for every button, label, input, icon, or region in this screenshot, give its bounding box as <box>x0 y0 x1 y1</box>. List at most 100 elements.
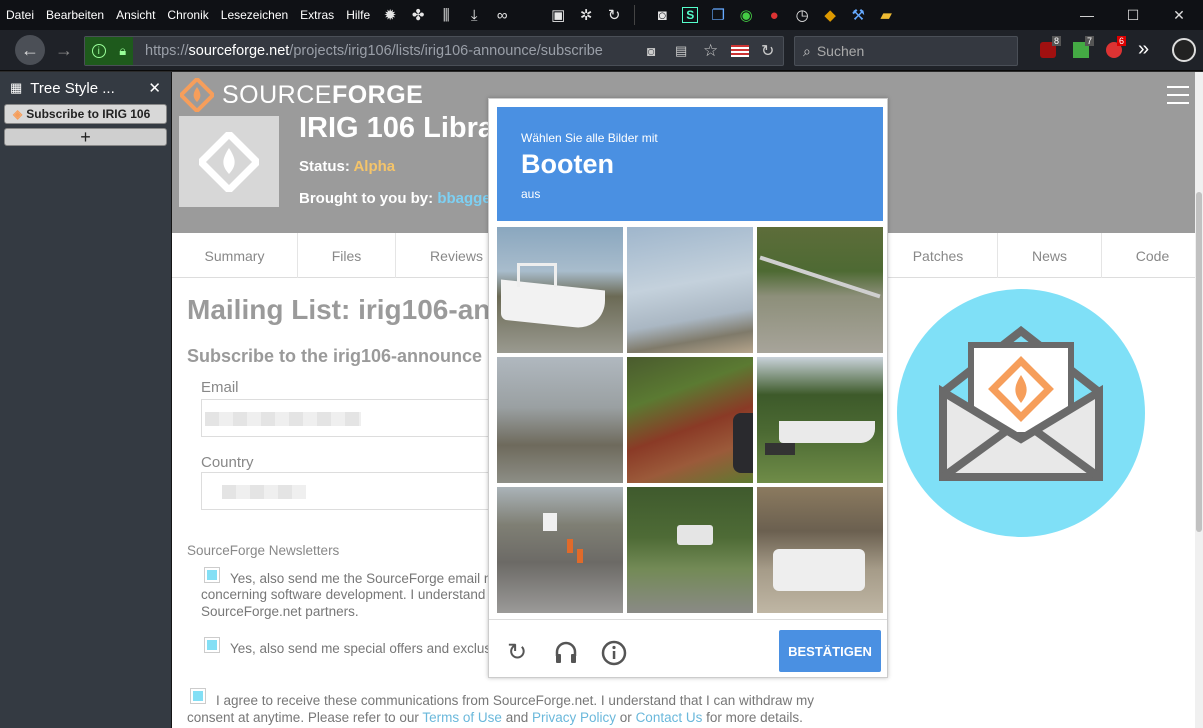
reader-view-icon[interactable]: ▤ <box>675 43 687 59</box>
close-window-button[interactable]: ✕ <box>1156 0 1202 30</box>
download-icon[interactable]: ⤓ <box>460 4 488 26</box>
new-tab-button[interactable]: + <box>4 127 167 147</box>
close-sidebar-icon[interactable]: ✕ <box>148 79 161 97</box>
library-icon[interactable]: ⫼ <box>432 4 460 26</box>
brought-by: Brought to you by: bbagger <box>299 190 497 207</box>
reload-challenge-icon[interactable]: ↻ <box>507 640 533 666</box>
sourceforge-logo-icon <box>180 78 214 112</box>
reload-icon[interactable]: ↻ <box>600 4 628 26</box>
newsletters-label: SourceForge Newsletters <box>187 543 340 558</box>
newsletter-checkbox-2[interactable] <box>204 637 220 653</box>
pocket-page-icon[interactable]: ◙ <box>647 43 655 59</box>
captcha-tile-2[interactable] <box>627 227 753 353</box>
screenshot-icon[interactable]: ❐ <box>704 4 732 26</box>
tab-news[interactable]: News <box>998 233 1102 278</box>
captcha-tile-3[interactable] <box>757 227 883 353</box>
tab-code[interactable]: Code <box>1102 233 1203 278</box>
menu-bearbeiten[interactable]: Bearbeiten <box>40 8 110 22</box>
pocket-icon[interactable]: ◙ <box>648 4 676 26</box>
agree-text-line1: I agree to receive these communications … <box>216 693 815 708</box>
country-select[interactable] <box>201 472 501 510</box>
agree-checkbox[interactable] <box>190 688 206 704</box>
agree-text-line2: consent at anytime. Please refer to our … <box>187 710 803 725</box>
captcha-tile-9[interactable] <box>757 487 883 613</box>
save-icon[interactable]: ▣ <box>544 4 572 26</box>
privacy-link[interactable]: Privacy Policy <box>532 710 616 725</box>
captcha-tile-4[interactable] <box>497 357 623 483</box>
box-icon[interactable]: ◆ <box>816 4 844 26</box>
flag-icon[interactable] <box>731 45 749 57</box>
menu-bar: Datei Bearbeiten Ansicht Chronik Lesezei… <box>0 0 1203 30</box>
captcha-footer: ↻ BESTÄTIGEN <box>489 619 887 679</box>
page-reload-icon[interactable]: ↻ <box>761 41 774 61</box>
sourceforge-favicon: ◈ <box>13 107 23 121</box>
contact-link[interactable]: Contact Us <box>636 710 703 725</box>
audio-challenge-icon[interactable] <box>553 640 579 666</box>
menu-hilfe[interactable]: Hilfe <box>340 8 376 22</box>
profile-icon[interactable] <box>1172 38 1196 62</box>
email-label: Email <box>201 379 239 396</box>
search-input[interactable]: ⌕ Suchen <box>794 36 1018 66</box>
menu-ansicht[interactable]: Ansicht <box>110 8 161 22</box>
back-button[interactable]: ← <box>15 35 45 65</box>
menu-chronik[interactable]: Chronik <box>161 8 214 22</box>
envelope-icon <box>939 325 1103 481</box>
hamburger-menu-icon[interactable] <box>1167 86 1189 104</box>
search-icon: ⌕ <box>803 42 811 59</box>
redacted-email <box>205 412 361 426</box>
captcha-tile-6[interactable] <box>757 357 883 483</box>
green-circle-icon[interactable]: ◉ <box>732 4 760 26</box>
terms-link[interactable]: Terms of Use <box>422 710 502 725</box>
captcha-suffix: aus <box>521 187 541 201</box>
captcha-target: Booten <box>521 149 614 179</box>
tab-summary[interactable]: Summary <box>172 233 298 278</box>
menu-datei[interactable]: Datei <box>0 8 40 22</box>
verify-button[interactable]: BESTÄTIGEN <box>779 630 881 672</box>
project-title: IRIG 106 Libra <box>299 112 495 144</box>
captcha-tile-8[interactable] <box>627 487 753 613</box>
tree-style-tab-sidebar: ▦ Tree Style ... ✕ ◈ Subscribe to IRIG 1… <box>0 72 172 728</box>
gear-icon[interactable]: ✹ <box>376 4 404 26</box>
mailing-list-title: Mailing List: irig106-an <box>187 294 491 325</box>
url-bar[interactable]: i 🔒︎ https://sourceforge.net/projects/ir… <box>84 36 784 66</box>
puzzle-icon[interactable]: ✤ <box>404 4 432 26</box>
captcha-tile-5[interactable] <box>627 357 753 483</box>
newsletter-text-2: Yes, also send me special offers and exc… <box>230 641 495 656</box>
forward-button[interactable]: → <box>49 35 79 65</box>
secure-connection-indicator[interactable]: i 🔒︎ <box>85 37 133 65</box>
scrollbar-thumb[interactable] <box>1196 192 1202 532</box>
addon-icon[interactable]: ✲ <box>572 4 600 26</box>
minimize-button[interactable]: ― <box>1064 0 1110 30</box>
s-extension-icon[interactable]: S <box>676 4 704 26</box>
overflow-menu-icon[interactable]: » <box>1138 38 1149 61</box>
clock-icon[interactable]: ◷ <box>788 4 816 26</box>
mask-icon[interactable]: ∞ <box>488 4 516 26</box>
newsletter-checkbox-1[interactable] <box>204 567 220 583</box>
email-field[interactable] <box>201 399 501 437</box>
menu-extras[interactable]: Extras <box>294 8 340 22</box>
url-text[interactable]: https://sourceforge.net/projects/irig106… <box>145 43 603 59</box>
page-scrollbar[interactable] <box>1195 72 1203 728</box>
project-icon <box>179 116 279 207</box>
info-icon: i <box>91 44 106 58</box>
tree-tab-item[interactable]: ◈ Subscribe to IRIG 106 <box>4 104 167 124</box>
tab-files[interactable]: Files <box>298 233 396 278</box>
captcha-tile-7[interactable] <box>497 487 623 613</box>
sidebar-icon: ▦ <box>10 80 23 95</box>
project-status: Status: Alpha <box>299 158 396 175</box>
lock-icon: 🔒︎ <box>119 43 127 58</box>
newsletter-text-1c: SourceForge.net partners. <box>201 604 359 619</box>
redacted-country <box>222 485 306 499</box>
red-circle-icon[interactable]: ● <box>760 4 788 26</box>
captcha-tile-1[interactable] <box>497 227 623 353</box>
folder-icon[interactable]: ▰ <box>872 4 900 26</box>
mail-illustration <box>897 289 1145 537</box>
help-info-icon[interactable] <box>601 640 627 666</box>
maximize-button[interactable]: ☐ <box>1110 0 1156 30</box>
ublock-badge: 8 <box>1052 36 1062 46</box>
sourceforge-logo[interactable]: SOURCE FORGE <box>180 78 423 112</box>
bookmark-star-icon[interactable]: ☆ <box>703 41 718 61</box>
tab-patches[interactable]: Patches <box>878 233 998 278</box>
wrench-icon[interactable]: ⚒ <box>844 4 872 26</box>
menu-lesezeichen[interactable]: Lesezeichen <box>215 8 294 22</box>
